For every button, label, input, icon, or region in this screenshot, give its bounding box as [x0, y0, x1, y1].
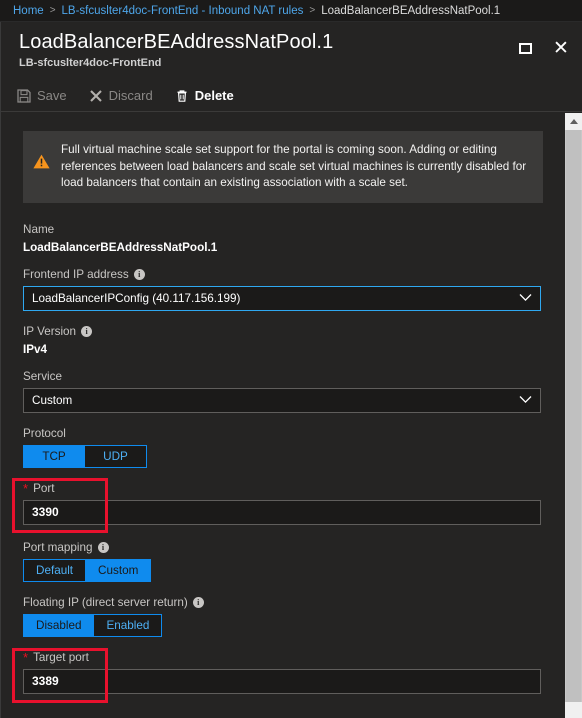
close-button[interactable]: ✕ [550, 37, 572, 59]
name-label: Name [23, 223, 562, 236]
blade-panel: LoadBalancerBEAddressNatPool.1 LB-sfcusl… [0, 22, 582, 718]
port-mapping-option-custom[interactable]: Custom [86, 558, 152, 582]
floating-ip-option-disabled[interactable]: Disabled [23, 613, 95, 637]
name-label-text: Name [23, 222, 55, 236]
field-ip-version: IP Version i IPv4 [23, 325, 562, 356]
chevron-down-icon [519, 394, 532, 407]
service-label-text: Service [23, 369, 62, 383]
field-floating-ip: Floating IP (direct server return) i Dis… [23, 596, 562, 637]
discard-button[interactable]: Discard [89, 88, 153, 103]
info-icon[interactable]: i [133, 268, 145, 280]
required-marker: * [23, 649, 29, 665]
save-icon [17, 88, 31, 103]
target-port-value: 3389 [32, 674, 59, 688]
info-icon[interactable]: i [192, 596, 204, 608]
target-port-label-text: Target port [33, 650, 89, 664]
protocol-option-udp[interactable]: UDP [85, 444, 147, 468]
window-controls: ✕ [514, 37, 572, 59]
port-mapping-label-text: Port mapping [23, 540, 93, 554]
frontend-ip-label-text: Frontend IP address [23, 267, 129, 281]
warning-banner: Full virtual machine scale set support f… [23, 131, 543, 203]
protocol-label: Protocol [23, 427, 562, 440]
floating-ip-label-text: Floating IP (direct server return) [23, 595, 188, 609]
field-port-mapping: Port mapping i Default Custom [23, 541, 562, 582]
breadcrumb: Home > LB-sfcuslter4doc-FrontEnd - Inbou… [0, 0, 582, 22]
chevron-up-icon [569, 119, 578, 124]
field-name: Name LoadBalancerBEAddressNatPool.1 [23, 223, 562, 254]
discard-label: Discard [108, 88, 153, 103]
breadcrumb-current: LoadBalancerBEAddressNatPool.1 [321, 4, 501, 17]
delete-label: Delete [194, 88, 234, 103]
page-title: LoadBalancerBEAddressNatPool.1 [19, 31, 334, 53]
floating-ip-option-enabled[interactable]: Enabled [94, 613, 163, 637]
field-target-port: * Target port 3389 [23, 651, 562, 694]
breadcrumb-separator-1: > [49, 5, 56, 16]
chevron-down-icon [519, 292, 532, 305]
service-value: Custom [32, 393, 73, 407]
trash-icon [175, 89, 189, 103]
info-icon[interactable]: i [81, 325, 93, 337]
maximize-button[interactable] [514, 37, 536, 59]
frontend-ip-value: LoadBalancerIPConfig (40.117.156.199) [32, 291, 241, 305]
close-icon: ✕ [553, 36, 569, 59]
required-marker: * [23, 480, 29, 496]
target-port-input[interactable]: 3389 [23, 668, 541, 694]
breadcrumb-home-link[interactable]: Home [13, 5, 44, 17]
command-bar: Save Discard Delete [1, 80, 582, 112]
ip-version-label: IP Version i [23, 325, 562, 338]
info-icon[interactable]: i [97, 541, 109, 553]
field-service: Service Custom [23, 370, 562, 413]
warning-text: Full virtual machine scale set support f… [61, 143, 527, 189]
frontend-ip-select[interactable]: LoadBalancerIPConfig (40.117.156.199) [23, 285, 541, 311]
field-port: * Port 3390 [23, 482, 562, 525]
protocol-label-text: Protocol [23, 426, 66, 440]
port-label-text: Port [33, 481, 55, 495]
blade-content: Full virtual machine scale set support f… [1, 113, 582, 718]
page-subtitle: LB-sfcuslter4doc-FrontEnd [19, 57, 162, 69]
floating-ip-toggle-group: Disabled Enabled [23, 613, 163, 637]
protocol-toggle-group: TCP UDP [23, 444, 147, 468]
ip-version-value: IPv4 [23, 342, 48, 356]
name-value: LoadBalancerBEAddressNatPool.1 [23, 240, 218, 254]
target-port-label: * Target port [23, 651, 562, 664]
frontend-ip-label: Frontend IP address i [23, 268, 562, 281]
scrollbar-thumb[interactable] [566, 130, 581, 702]
vertical-scrollbar[interactable] [565, 113, 582, 718]
protocol-option-tcp[interactable]: TCP [23, 444, 85, 468]
ip-version-label-text: IP Version [23, 324, 77, 338]
field-protocol: Protocol TCP UDP [23, 427, 562, 468]
floating-ip-label: Floating IP (direct server return) i [23, 596, 562, 609]
discard-icon [89, 89, 103, 103]
service-select[interactable]: Custom [23, 387, 541, 413]
warning-icon [33, 142, 51, 192]
delete-button[interactable]: Delete [175, 88, 234, 103]
scroll-up-button[interactable] [565, 113, 582, 130]
port-label: * Port [23, 482, 562, 495]
scrollbar-track[interactable] [565, 702, 582, 718]
port-input[interactable]: 3390 [23, 499, 541, 525]
breadcrumb-parent-link[interactable]: LB-sfcuslter4doc-FrontEnd - Inbound NAT … [62, 5, 304, 17]
blade-titlebar: LoadBalancerBEAddressNatPool.1 LB-sfcusl… [1, 22, 582, 80]
azure-portal-blade: Home > LB-sfcuslter4doc-FrontEnd - Inbou… [0, 0, 582, 718]
maximize-icon [518, 42, 532, 54]
save-label: Save [37, 88, 67, 103]
port-mapping-label: Port mapping i [23, 541, 562, 554]
port-mapping-toggle-group: Default Custom [23, 558, 152, 582]
breadcrumb-separator-2: > [309, 5, 316, 16]
port-mapping-option-default[interactable]: Default [23, 558, 87, 582]
field-frontend-ip: Frontend IP address i LoadBalancerIPConf… [23, 268, 562, 311]
save-button[interactable]: Save [17, 88, 67, 103]
port-value: 3390 [32, 505, 59, 519]
service-label: Service [23, 370, 562, 383]
